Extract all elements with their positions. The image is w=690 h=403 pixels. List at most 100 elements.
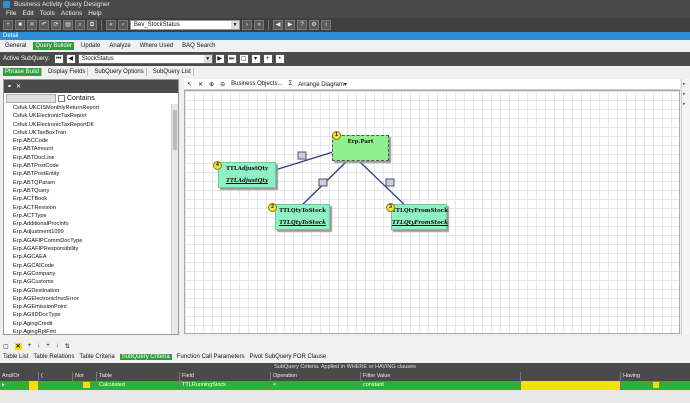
table-node-ttladjustqty[interactable]: TTLAdjustQty TTLAdjustQty bbox=[218, 162, 276, 188]
add-icon[interactable]: + bbox=[46, 343, 50, 349]
table-list-item[interactable]: Erp.ACTRevision bbox=[4, 204, 172, 212]
business-objects-button[interactable]: Business Objects... bbox=[231, 81, 282, 87]
table-list-item[interactable]: Erp.AdditionalProcInfo bbox=[4, 220, 172, 228]
query-combo[interactable]: Bev_StockStatus ▼ bbox=[130, 20, 240, 30]
table-list-item[interactable]: Erp.AGCAICode bbox=[4, 262, 172, 270]
subquery-combo[interactable]: StockStatus ▼ bbox=[77, 54, 213, 64]
new-icon[interactable]: + bbox=[3, 20, 13, 30]
table-list-item[interactable]: Csfuk.UKCISMonthlyReturnReport bbox=[4, 104, 172, 112]
not-checkbox[interactable] bbox=[82, 382, 90, 388]
attach-icon[interactable]: ⧉ bbox=[87, 20, 97, 30]
menu-tools[interactable]: Tools bbox=[40, 9, 55, 18]
delete-icon[interactable]: ✕ bbox=[198, 81, 203, 88]
cell-filter-value[interactable]: constant bbox=[360, 381, 520, 390]
table-search-input[interactable] bbox=[6, 94, 56, 103]
zoom-in-icon[interactable]: ⊕ bbox=[209, 81, 214, 88]
prev-subquery-icon[interactable]: ◀ bbox=[65, 54, 76, 64]
forward-icon[interactable]: ▶ bbox=[285, 20, 295, 30]
zoom-out-icon[interactable]: ⊖ bbox=[220, 81, 225, 88]
table-list-item[interactable]: Erp.ABTPostEntity bbox=[4, 170, 172, 178]
table-list-item[interactable]: Erp.ABTDocLine bbox=[4, 154, 172, 162]
delete-criteria-icon[interactable]: ✕ bbox=[14, 342, 22, 350]
tab-pivot-subquery-for-clause[interactable]: Pivot SubQuery FOR Clause bbox=[249, 354, 326, 360]
options-icon[interactable]: ⚙ bbox=[309, 20, 319, 30]
new-subquery-icon[interactable]: ▢ bbox=[238, 54, 249, 64]
menu-help[interactable]: Help bbox=[88, 9, 101, 18]
having-checkbox[interactable] bbox=[652, 382, 659, 388]
tab-subquery-options[interactable]: SubQuery Options bbox=[92, 68, 147, 76]
table-list-item[interactable]: Csfuk.UKElectronicTaxReport bbox=[4, 112, 172, 120]
first-record-icon[interactable]: « bbox=[106, 20, 116, 30]
subquery-menu-icon[interactable]: ▾ bbox=[250, 54, 261, 64]
table-node-ttlqtytostock[interactable]: TTLQtyToStock TTLQtyToStock bbox=[275, 204, 330, 230]
join-icon[interactable] bbox=[385, 178, 395, 187]
table-list-item[interactable]: Erp.ABCCode bbox=[4, 137, 172, 145]
tab-where-used[interactable]: Where Used bbox=[138, 42, 175, 50]
next-subquery-icon[interactable]: ▶ bbox=[214, 54, 225, 64]
tab-baq-search[interactable]: BAQ Search bbox=[180, 42, 217, 50]
next-record-icon[interactable]: › bbox=[242, 20, 252, 30]
relation-line-part-fromstock[interactable] bbox=[358, 160, 411, 211]
table-list-item[interactable]: Erp.ACTType bbox=[4, 212, 172, 220]
help-icon[interactable]: ? bbox=[297, 20, 307, 30]
info-icon[interactable]: i bbox=[321, 20, 331, 30]
panel-pin-icon[interactable]: ▸ bbox=[683, 99, 690, 109]
criteria-row[interactable]: ▸ Calculated TTLRunningStock < constant bbox=[0, 381, 690, 390]
table-list-item[interactable]: Erp.ABTQParam bbox=[4, 179, 172, 187]
column-header[interactable]: ( bbox=[38, 372, 72, 381]
add-icon[interactable]: + bbox=[28, 343, 32, 349]
table-list-scrollbar[interactable] bbox=[171, 104, 178, 334]
table-list-item[interactable]: Erp.AGAFIPResponsibility bbox=[4, 245, 172, 253]
contains-checkbox[interactable] bbox=[58, 95, 65, 102]
table-list-item[interactable]: Erp.ACTBook bbox=[4, 195, 172, 203]
table-list-item[interactable]: Erp.AGAFIPCommDocType bbox=[4, 237, 172, 245]
delete-icon[interactable]: ✕ bbox=[27, 20, 37, 30]
tab-display-fields[interactable]: Display Fields bbox=[46, 68, 89, 76]
last-record-icon[interactable]: » bbox=[254, 20, 264, 30]
table-list-item[interactable]: Erp.AGDestination bbox=[4, 287, 172, 295]
column-header[interactable] bbox=[520, 372, 620, 381]
cell-open-paren[interactable] bbox=[38, 381, 72, 390]
table-list-item[interactable]: Erp.AGElectronicInvcError bbox=[4, 295, 172, 303]
add-subquery-icon[interactable]: + bbox=[262, 54, 273, 64]
table-list-item[interactable]: Erp.AGIIDDocType bbox=[4, 311, 172, 319]
table-list-item[interactable]: Erp.AgingRptFmt bbox=[4, 328, 172, 334]
cell-and-or[interactable] bbox=[28, 381, 38, 390]
join-icon[interactable] bbox=[318, 178, 328, 187]
sum-icon[interactable]: Σ bbox=[288, 81, 292, 87]
cell-field[interactable]: TTLRunningStock bbox=[179, 381, 270, 390]
table-list-item[interactable]: Erp.AGCompany bbox=[4, 270, 172, 278]
cell-value-extra[interactable] bbox=[520, 381, 620, 390]
scrollbar-thumb[interactable] bbox=[173, 110, 177, 150]
query-diagram-canvas[interactable]: Erp.Part 1 TTLAdjustQty TTLAdjustQty 4 T… bbox=[184, 90, 680, 334]
cell-operation[interactable]: < bbox=[270, 381, 360, 390]
chevron-down-icon[interactable]: ▼ bbox=[231, 21, 239, 29]
table-node-ttlqtyfromstock[interactable]: TTLQtyFromStock TTLQtyFromStock bbox=[391, 204, 448, 230]
column-header[interactable]: Operation bbox=[270, 372, 360, 381]
table-list-item[interactable]: Erp.AGCustoms bbox=[4, 278, 172, 286]
tab-subquery-list[interactable]: SubQuery List bbox=[151, 68, 194, 76]
back-icon[interactable]: ◀ bbox=[273, 20, 283, 30]
pointer-icon[interactable]: ↖ bbox=[187, 81, 192, 88]
arrange-diagram-button[interactable]: Arrange Diagram▾ bbox=[298, 81, 347, 88]
tab-phrase-build[interactable]: Phrase Build bbox=[3, 68, 43, 76]
tab-query-builder[interactable]: Query Builder bbox=[33, 42, 75, 50]
tab-table-criteria[interactable]: Table Criteria bbox=[79, 354, 114, 360]
menu-actions[interactable]: Actions bbox=[61, 9, 82, 18]
cell-table[interactable]: Calculated bbox=[96, 381, 179, 390]
link-icon[interactable]: ⚭ bbox=[7, 83, 12, 90]
tab-update[interactable]: Update bbox=[79, 42, 102, 50]
more-options-icon[interactable]: • bbox=[274, 54, 285, 64]
table-list-item[interactable]: Erp.AgingCredit bbox=[4, 320, 172, 328]
column-header[interactable]: Not bbox=[72, 372, 96, 381]
menu-edit[interactable]: Edit bbox=[22, 9, 33, 18]
move-down-icon[interactable]: ↓ bbox=[56, 343, 59, 349]
tab-function-call-parameters[interactable]: Function Call Parameters bbox=[177, 354, 245, 360]
table-list-item[interactable]: Csfuk.UKElectronicTaxReportDtl bbox=[4, 121, 172, 129]
prev-record-icon[interactable]: ‹ bbox=[118, 20, 128, 30]
save-icon[interactable]: ■ bbox=[15, 20, 25, 30]
refresh-icon[interactable]: ⟳ bbox=[51, 20, 61, 30]
chevron-down-icon[interactable]: ▼ bbox=[203, 55, 212, 63]
tab-general[interactable]: General bbox=[3, 42, 28, 50]
last-subquery-icon[interactable]: ⏭ bbox=[226, 54, 237, 64]
